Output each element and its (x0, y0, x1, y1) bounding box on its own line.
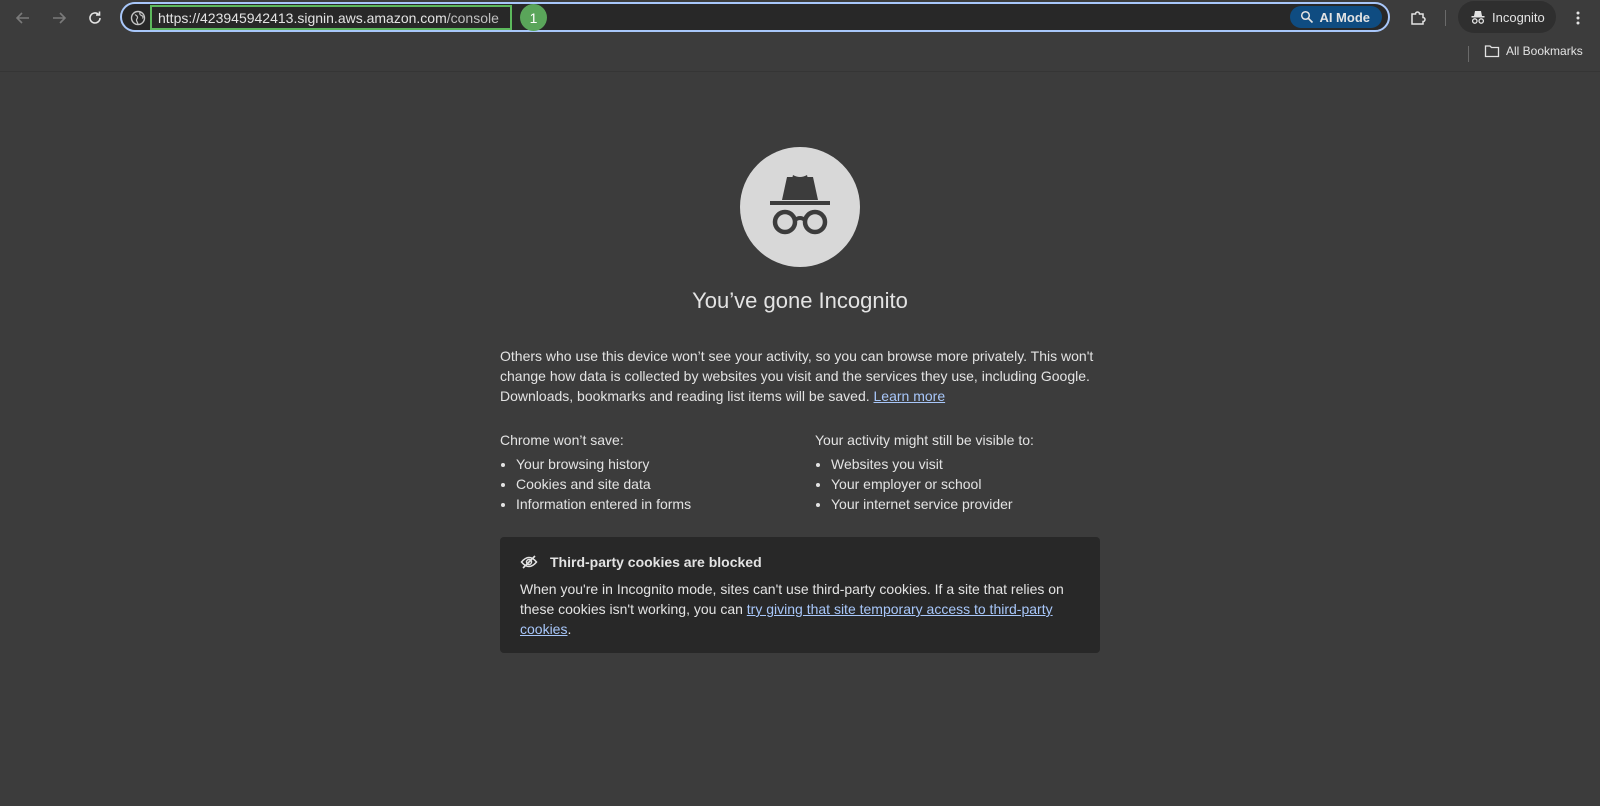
list-item: Your browsing history (516, 454, 790, 474)
url-path: /console (446, 10, 499, 26)
wont-save-title: Chrome won’t save: (500, 432, 624, 448)
extensions-button[interactable] (1406, 6, 1430, 30)
kebab-menu-icon (1576, 11, 1580, 25)
list-item: Websites you visit (831, 454, 1105, 474)
folder-icon (1484, 45, 1500, 58)
forward-button[interactable] (47, 6, 71, 30)
wont-save-list: Your browsing history Cookies and site d… (500, 454, 790, 514)
cookie-card-header: Third-party cookies are blocked (520, 554, 1080, 570)
browser-menu-button[interactable] (1566, 6, 1590, 30)
incognito-profile-button[interactable]: Incognito (1458, 1, 1556, 33)
wont-save-section: Chrome won’t save: Your browsing history… (500, 430, 790, 514)
still-visible-section: Your activity might still be visible to:… (815, 430, 1105, 514)
back-button[interactable] (11, 6, 35, 30)
address-bar[interactable]: https://423945942413.signin.aws.amazon.c… (120, 2, 1390, 32)
cookie-card-body: When you're in Incognito mode, sites can… (520, 579, 1080, 639)
toolbar-divider (1445, 10, 1446, 26)
intro-paragraph: Others who use this device won’t see you… (500, 346, 1100, 406)
reload-button[interactable] (83, 6, 107, 30)
cookie-card-title: Third-party cookies are blocked (550, 554, 762, 570)
incognito-large-icon (770, 175, 830, 235)
intro-text: Others who use this device won’t see you… (500, 348, 1094, 404)
eye-off-icon (520, 555, 538, 569)
cookie-end: . (567, 621, 572, 637)
third-party-cookies-card: Third-party cookies are blocked When you… (500, 537, 1100, 653)
reload-icon (89, 11, 101, 24)
incognito-hero (740, 147, 860, 267)
bookmarks-divider (1468, 46, 1469, 62)
arrow-right-icon (53, 12, 67, 24)
browser-toolbar: https://423945942413.signin.aws.amazon.c… (0, 0, 1600, 36)
ai-mode-label: AI Mode (1319, 9, 1370, 25)
page-title: You’ve gone Incognito (692, 288, 908, 313)
puzzle-icon (1411, 11, 1426, 25)
list-item: Cookies and site data (516, 474, 790, 494)
step-marker: 1 (520, 4, 547, 31)
all-bookmarks-label: All Bookmarks (1506, 44, 1583, 58)
learn-more-link[interactable]: Learn more (874, 388, 946, 404)
list-item: Your internet service provider (831, 494, 1105, 514)
still-visible-list: Websites you visit Your employer or scho… (815, 454, 1105, 514)
search-spark-icon (1301, 10, 1314, 24)
list-item: Your employer or school (831, 474, 1105, 494)
url-text[interactable]: https://423945942413.signin.aws.amazon.c… (158, 10, 499, 26)
incognito-icon (1471, 11, 1485, 24)
bookmarks-bar: All Bookmarks (0, 36, 1600, 72)
url-host: https://423945942413.signin.aws.amazon.c… (158, 10, 447, 26)
arrow-left-icon (15, 12, 29, 24)
all-bookmarks-button[interactable]: All Bookmarks (1484, 44, 1583, 58)
incognito-label: Incognito (1492, 9, 1545, 25)
still-visible-title: Your activity might still be visible to: (815, 432, 1034, 448)
ai-mode-button[interactable]: AI Mode (1290, 6, 1382, 28)
globe-icon[interactable] (130, 10, 146, 26)
list-item: Information entered in forms (516, 494, 790, 514)
